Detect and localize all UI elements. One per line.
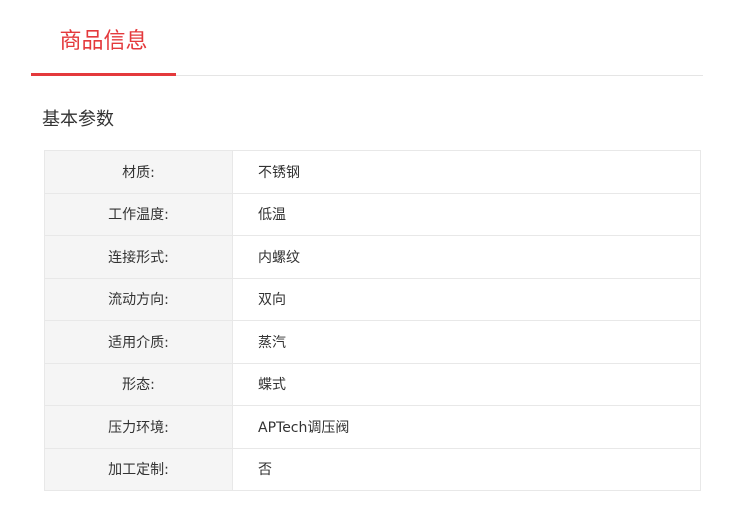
table-row: 工作温度: 低温 (44, 192, 701, 236)
param-label: 适用介质: (44, 320, 233, 364)
table-row: 材质: 不锈钢 (44, 150, 701, 194)
param-label: 连接形式: (44, 235, 233, 279)
section-title-basic-params: 基本参数 (42, 109, 114, 130)
table-row: 连接形式: 内螺纹 (44, 235, 701, 279)
param-label: 压力环境: (44, 405, 233, 449)
table-row: 流动方向: 双向 (44, 277, 701, 321)
product-info-page: 商品信息 基本参数 材质: 不锈钢 工作温度: 低温 连接形式: 内螺纹 流动方… (0, 0, 750, 518)
param-value: 蒸汽 (232, 320, 701, 364)
param-value: 双向 (232, 277, 701, 321)
table-row: 压力环境: APTech调压阀 (44, 405, 701, 449)
param-label: 加工定制: (44, 447, 233, 491)
param-label: 材质: (44, 150, 233, 194)
param-label: 流动方向: (44, 277, 233, 321)
param-value: APTech调压阀 (232, 405, 701, 449)
tab-bar: 商品信息 (31, 0, 703, 76)
param-value: 不锈钢 (232, 150, 701, 194)
param-value: 低温 (232, 192, 701, 236)
table-row: 适用介质: 蒸汽 (44, 320, 701, 364)
active-tab-indicator (31, 73, 176, 76)
tab-product-info[interactable]: 商品信息 (31, 28, 176, 56)
param-label: 形态: (44, 362, 233, 406)
param-value: 蝶式 (232, 362, 701, 406)
param-label: 工作温度: (44, 192, 233, 236)
param-value: 内螺纹 (232, 235, 701, 279)
param-value: 否 (232, 447, 701, 491)
table-row: 加工定制: 否 (44, 447, 701, 491)
basic-params-table: 材质: 不锈钢 工作温度: 低温 连接形式: 内螺纹 流动方向: 双向 适用介质… (44, 150, 701, 491)
table-row: 形态: 蝶式 (44, 362, 701, 406)
